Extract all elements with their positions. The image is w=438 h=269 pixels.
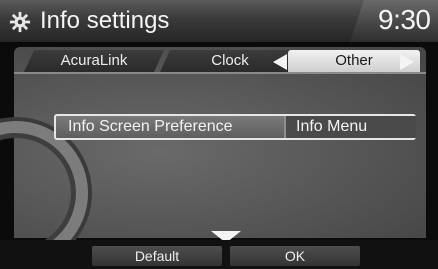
arrow-left-icon[interactable] — [273, 54, 287, 70]
setting-value: Info Menu — [296, 118, 368, 135]
arrow-right-icon[interactable] — [400, 54, 414, 70]
ok-button[interactable]: OK — [230, 246, 360, 266]
setting-value-box: Info Menu — [284, 116, 416, 138]
default-button[interactable]: Default — [92, 246, 222, 266]
title-divider — [0, 42, 438, 46]
tab-underline — [14, 72, 426, 74]
tab-acuralink[interactable]: AcuraLink — [24, 50, 164, 72]
title-bar: Info settings 9:30 — [0, 0, 438, 42]
clock-time: 9:30 — [378, 4, 431, 35]
setting-label: Info Screen Preference — [68, 118, 233, 135]
gear-icon — [9, 11, 31, 33]
page-title: Info settings — [40, 7, 170, 34]
content-panel — [0, 47, 426, 265]
tab-bar: AcuraLink Clock Other — [24, 50, 424, 72]
info-settings-screen: Info settings 9:30 AcuraLink Clock Other… — [0, 0, 438, 269]
setting-info-screen-preference[interactable]: Info Screen Preference Info Menu — [54, 114, 416, 140]
